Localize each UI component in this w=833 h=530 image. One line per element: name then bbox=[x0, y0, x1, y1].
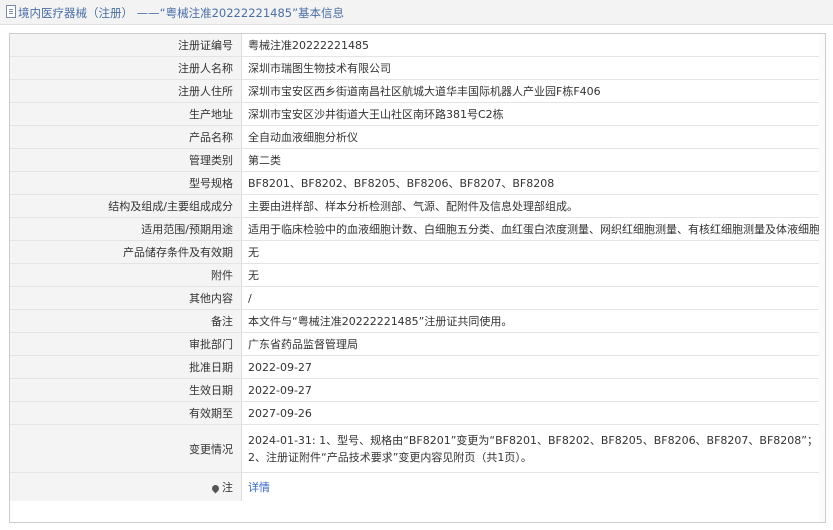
row-value: 本文件与“粤械注准20222221485”注册证共同使用。 bbox=[241, 309, 825, 333]
info-panel: 注册证编号 粤械注准20222221485 注册人名称 深圳市瑞图生物技术有限公司 … bbox=[9, 33, 826, 523]
row-label: 有效期至 bbox=[10, 401, 242, 425]
document-icon bbox=[6, 5, 16, 18]
row-label: 其他内容 bbox=[10, 286, 242, 310]
row-label: 附件 bbox=[10, 263, 242, 287]
detail-label: 注 bbox=[222, 481, 233, 494]
row-value: 无 bbox=[241, 263, 825, 287]
table-row: 审批部门 广东省药品监督管理局 bbox=[10, 332, 825, 356]
row-label: 批准日期 bbox=[10, 355, 242, 379]
page-header: 境内医疗器械（注册） ——“粤械注准20222221485”基本信息 bbox=[0, 0, 833, 25]
row-value: 深圳市宝安区西乡街道南昌社区航城大道华丰国际机器人产业园F栋F406 bbox=[241, 79, 825, 103]
detail-row: 注 详情 bbox=[10, 472, 826, 502]
row-value: / bbox=[241, 286, 825, 310]
row-value: 全自动血液细胞分析仪 bbox=[241, 125, 825, 149]
row-label: 适用范围/预期用途 bbox=[10, 217, 242, 241]
location-pin-icon bbox=[210, 483, 221, 494]
row-label: 注册人住所 bbox=[10, 79, 242, 103]
row-value: 第二类 bbox=[241, 148, 825, 172]
row-label: 注册人名称 bbox=[10, 56, 242, 80]
table-row: 生效日期 2022-09-27 bbox=[10, 378, 825, 402]
table-row: 注册人住所 深圳市宝安区西乡街道南昌社区航城大道华丰国际机器人产业园F栋F406 bbox=[10, 79, 825, 103]
row-value: 广东省药品监督管理局 bbox=[241, 332, 825, 356]
row-label: 变更情况 bbox=[10, 424, 242, 473]
table-row: 附件无 bbox=[10, 263, 825, 287]
row-value: BF8201、BF8202、BF8205、BF8206、BF8207、BF820… bbox=[241, 171, 825, 195]
row-label: 审批部门 bbox=[10, 332, 242, 356]
table-row: 其他内容 / bbox=[10, 286, 825, 310]
row-label: 生产地址 bbox=[10, 102, 242, 126]
table-row: 结构及组成/主要组成成分 主要由进样部、样本分析检测部、气源、配附件及信息处理部组… bbox=[10, 194, 825, 218]
page-title: 境内医疗器械（注册） ——“粤械注准20222221485”基本信息 bbox=[18, 6, 345, 20]
table-row: 注册证编号 粤械注准20222221485 bbox=[10, 34, 825, 57]
row-label: 型号规格 bbox=[10, 171, 242, 195]
row-label: 注册证编号 bbox=[10, 34, 242, 57]
row-label: 结构及组成/主要组成成分 bbox=[10, 194, 242, 218]
table-row: 产品名称 全自动血液细胞分析仪 bbox=[10, 125, 825, 149]
row-label: 产品名称 bbox=[10, 125, 242, 149]
row-value: 适用于临床检验中的血液细胞计数、白细胞五分类、血红蛋白浓度测量、网织红细胞测量、… bbox=[241, 217, 825, 241]
table-row: 型号规格 BF8201、BF8202、BF8205、BF8206、BF8207、B… bbox=[10, 171, 825, 195]
row-label: 备注 bbox=[10, 309, 242, 333]
table-row: 批准日期 2022-09-27 bbox=[10, 355, 825, 379]
detail-link[interactable]: 详情 bbox=[248, 481, 270, 494]
table-row: 备注 本文件与“粤械注准20222221485”注册证共同使用。 bbox=[10, 309, 825, 333]
row-label: 生效日期 bbox=[10, 378, 242, 402]
table-row: 产品储存条件及有效期无 bbox=[10, 240, 825, 264]
table-row: 适用范围/预期用途 适用于临床检验中的血液细胞计数、白细胞五分类、血红蛋白浓度测量… bbox=[10, 217, 825, 241]
row-value: 粤械注准20222221485 bbox=[241, 34, 825, 57]
change-line-1: 2024-01-31: 1、型号、规格由“BF8201”变更为“BF8201、B… bbox=[248, 433, 818, 447]
row-value: 深圳市宝安区沙井街道大王山社区南环路381号C2栋 bbox=[241, 102, 825, 126]
table-row: 管理类别 第二类 bbox=[10, 148, 825, 172]
change-line-2: 2、注册证附件“产品技术要求”变更内容见附页（共1页）。 bbox=[248, 450, 532, 464]
change-history-row: 变更情况 2024-01-31: 1、型号、规格由“BF8201”变更为“BF8… bbox=[10, 424, 825, 473]
row-label: 注 bbox=[10, 472, 242, 501]
scrollbar[interactable] bbox=[819, 34, 825, 522]
row-label: 管理类别 bbox=[10, 148, 242, 172]
table-row: 有效期至 2027-09-26 bbox=[10, 401, 825, 425]
row-value: 深圳市瑞图生物技术有限公司 bbox=[241, 56, 825, 80]
table-row: 生产地址 深圳市宝安区沙井街道大王山社区南环路381号C2栋 bbox=[10, 102, 825, 126]
row-value: 2022-09-27 bbox=[241, 378, 825, 402]
row-value: 2027-09-26 bbox=[241, 401, 825, 425]
row-value: 无 bbox=[241, 240, 825, 264]
row-value: 主要由进样部、样本分析检测部、气源、配附件及信息处理部组成。 bbox=[241, 194, 825, 218]
info-table: 注册证编号 粤械注准20222221485 注册人名称 深圳市瑞图生物技术有限公司 … bbox=[10, 34, 825, 501]
table-row: 注册人名称 深圳市瑞图生物技术有限公司 bbox=[10, 56, 825, 80]
row-label: 产品储存条件及有效期 bbox=[10, 240, 242, 264]
row-value: 2022-09-27 bbox=[241, 355, 825, 379]
row-value: 详情 bbox=[242, 473, 826, 502]
change-history-value: 2024-01-31: 1、型号、规格由“BF8201”变更为“BF8201、B… bbox=[241, 424, 825, 473]
